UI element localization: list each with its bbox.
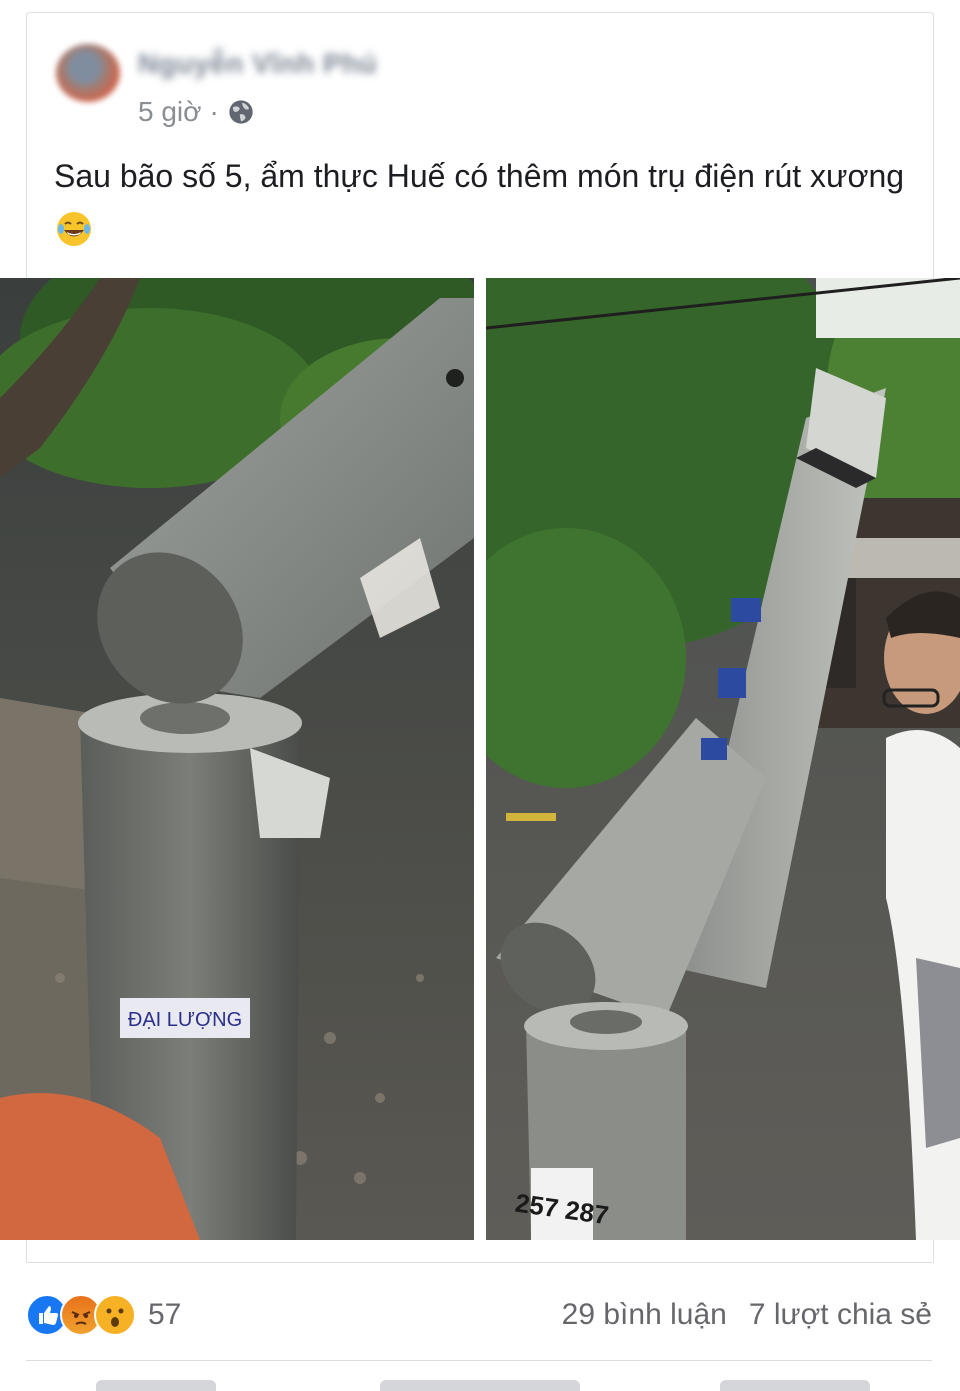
like-action-hint[interactable] (96, 1380, 216, 1391)
post-footer: 57 29 bình luận 7 lượt chia sẻ (26, 1280, 932, 1350)
pole-sticker: ĐẠI LƯỢNG (128, 1009, 242, 1031)
footer-divider (26, 1262, 932, 1263)
post-header: Nguyễn Vĩnh Phú 5 giờ · (56, 38, 916, 138)
post-meta: 5 giờ · (138, 96, 255, 128)
leaning-pole-street-image: 257 287 (486, 278, 960, 1240)
comment-action-hint[interactable] (380, 1380, 580, 1391)
post-message: Sau bão số 5, ẩm thực Huế có thêm món tr… (54, 158, 905, 194)
author-name[interactable]: Nguyễn Vĩnh Phú (138, 48, 377, 80)
globe-icon[interactable] (227, 98, 255, 126)
comments-count-link[interactable]: 29 bình luận (562, 1298, 727, 1332)
avatar[interactable] (56, 44, 120, 102)
reaction-count: 57 (148, 1298, 182, 1331)
share-action-hint[interactable] (720, 1380, 870, 1391)
photo-left[interactable]: ĐẠI LƯỢNG (0, 278, 474, 1240)
post-text: Sau bão số 5, ẩm thực Huế có thêm món tr… (54, 148, 914, 260)
actions-divider (26, 1360, 932, 1361)
meta-separator: · (209, 96, 219, 127)
laughing-tears-emoji-icon (57, 212, 91, 246)
reactions-summary[interactable]: 57 (26, 1294, 181, 1336)
shares-count-link[interactable]: 7 lượt chia sẻ (749, 1298, 932, 1332)
wow-icon (94, 1294, 136, 1336)
post-time[interactable]: 5 giờ (138, 96, 202, 128)
photo-grid: ĐẠI LƯỢNG 257 287 (0, 278, 960, 1240)
broken-pole-closeup-image: ĐẠI LƯỢNG (0, 278, 474, 1240)
photo-right[interactable]: 257 287 (486, 278, 960, 1240)
engagement-stats: 29 bình luận 7 lượt chia sẻ (562, 1298, 932, 1332)
